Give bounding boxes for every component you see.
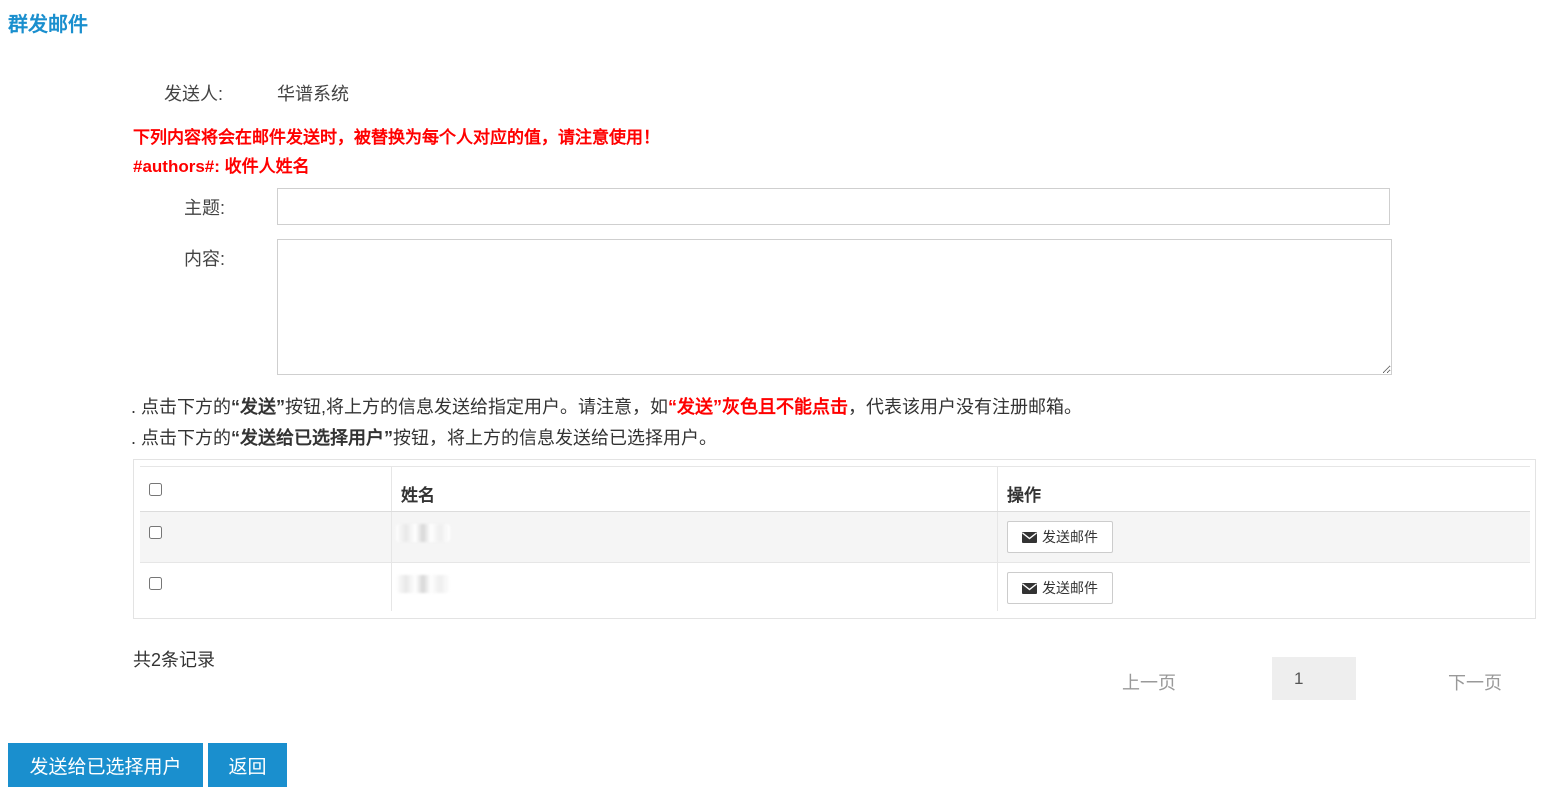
note-text: 按钮,将上方的信息发送给指定用户。请注意，如 [285,397,669,417]
row-checkbox[interactable] [149,526,162,539]
subject-input[interactable] [277,188,1390,225]
header-select-cell [140,467,391,511]
note-warning-text: “发送”灰色且不能点击 [668,397,849,417]
page-title: 群发邮件 [8,14,88,36]
row-select-cell [140,512,391,562]
current-page-number[interactable]: 1 [1272,657,1356,700]
header-action-cell: 操作 [997,467,1531,511]
prev-page-link[interactable]: 上一页 [1122,669,1176,695]
sender-label: 发送人: [164,84,224,104]
row-action-cell: 发送邮件 [997,563,1531,611]
send-email-button[interactable]: 发送邮件 [1007,521,1113,553]
send-to-selected-button[interactable]: 发送给已选择用户 [8,743,203,787]
blurred-name [396,524,450,542]
note-bold-text: “发送给已选择用户” [231,428,394,448]
content-label: 内容: [184,249,226,269]
total-records: 共2条记录 [133,650,216,670]
subject-label: 主题: [184,198,226,218]
content-textarea[interactable] [277,239,1392,375]
header-name-cell: 姓名 [391,467,998,511]
row-name-cell [391,563,998,611]
row-action-cell: 发送邮件 [997,512,1531,562]
row-select-cell [140,563,391,611]
select-all-checkbox[interactable] [149,483,162,496]
sender-value: 华谱系统 [277,84,349,104]
instruction-note-send: . 点击下方的“发送”按钮,将上方的信息发送给指定用户。请注意，如“发送”灰色且… [131,393,1082,419]
blurred-name [396,575,450,593]
replacement-warning: 下列内容将会在邮件发送时，被替换为每个人对应的值，请注意使用！ [133,128,660,147]
row-name-cell [391,512,998,562]
note-bold-text: “发送” [231,397,286,417]
next-page-link[interactable]: 下一页 [1448,669,1502,695]
table-row: 发送邮件 [140,563,1530,611]
row-checkbox[interactable] [149,577,162,590]
send-email-label: 发送邮件 [1042,529,1098,545]
back-button[interactable]: 返回 [208,743,287,787]
recipient-table: 姓名 操作 发送邮件 发送邮件 [133,459,1536,619]
authors-placeholder-hint: #authors#: 收件人姓名 [133,157,310,176]
note-text: 按钮，将上方的信息发送给已选择用户。 [393,428,718,448]
note-text: . 点击下方的 [131,428,232,448]
envelope-icon [1022,531,1037,543]
table-header-row: 姓名 操作 [140,466,1530,513]
send-email-label: 发送邮件 [1042,580,1098,596]
column-header-action: 操作 [1007,486,1041,505]
table-row: 发送邮件 [140,512,1530,563]
note-text: . 点击下方的 [131,397,232,417]
instruction-note-send-selected: . 点击下方的“发送给已选择用户”按钮，将上方的信息发送给已选择用户。 [131,424,717,450]
note-text: ，代表该用户没有注册邮箱。 [848,397,1083,417]
column-header-name: 姓名 [401,486,435,505]
envelope-icon [1022,582,1037,594]
send-email-button[interactable]: 发送邮件 [1007,572,1113,604]
